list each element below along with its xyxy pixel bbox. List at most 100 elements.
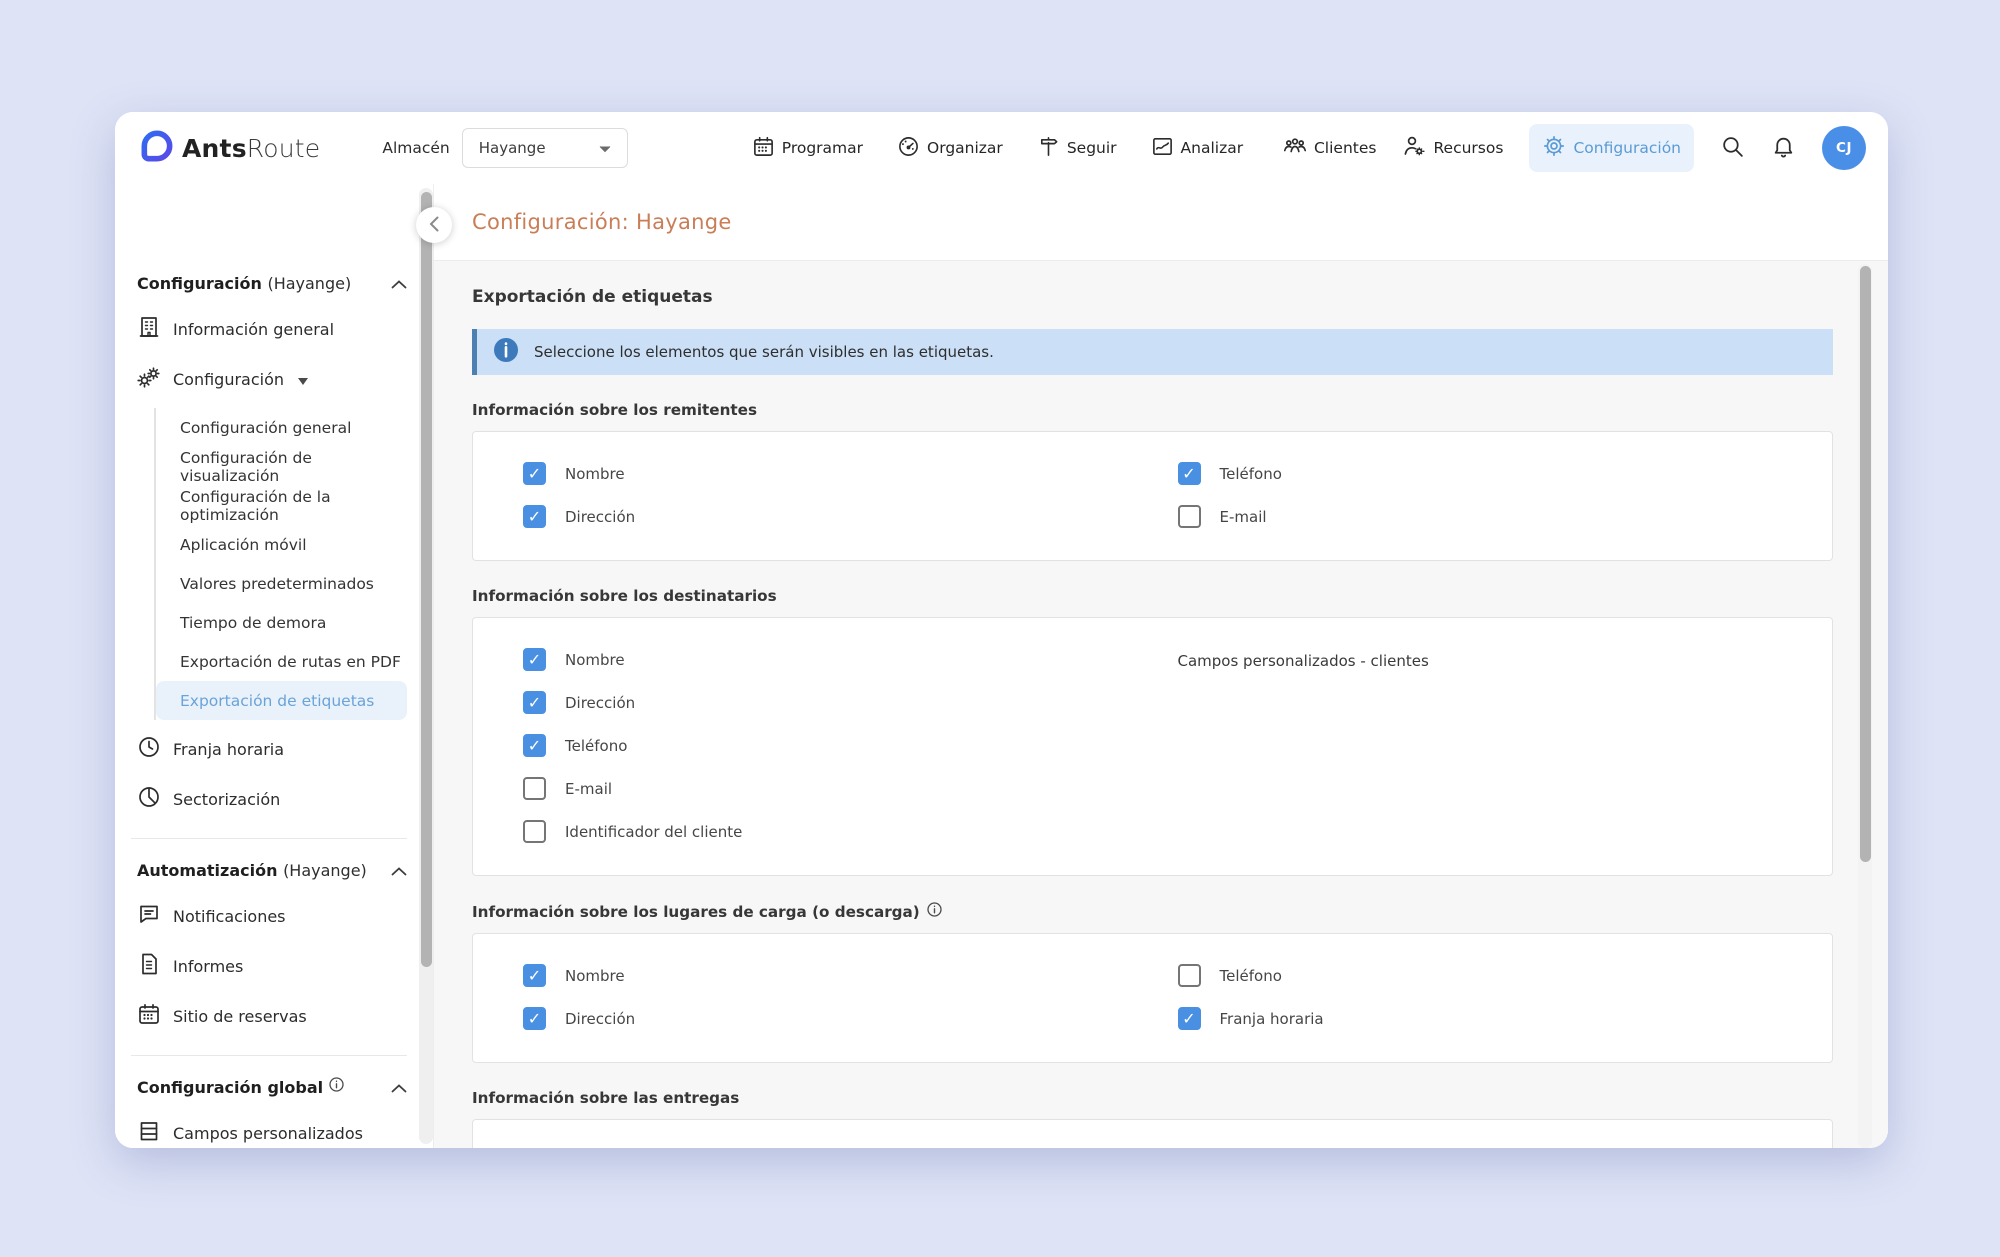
building-icon xyxy=(137,315,161,343)
checkbox-row-telefono[interactable]: Teléfono xyxy=(1178,954,1833,997)
sidebar-scrollbar[interactable] xyxy=(419,188,433,1144)
sidebar-subitem-configuracion-optimizacion[interactable]: Configuración de la optimización xyxy=(156,486,407,525)
main-panel: Configuración: Hayange Exportación de et… xyxy=(433,184,1888,1148)
checkbox[interactable] xyxy=(523,777,546,800)
bell-icon xyxy=(1771,134,1796,162)
navbar-right: Clientes Recursos xyxy=(1283,124,1866,172)
checkbox[interactable] xyxy=(523,1007,546,1030)
sidebar-item-franja-horaria[interactable]: Franja horaria xyxy=(137,724,407,774)
checkbox-row-email[interactable]: E-mail xyxy=(1178,495,1833,538)
sidebar-item-informacion-general[interactable]: Información general xyxy=(137,304,407,354)
checkbox-row-identificador-cliente[interactable]: Identificador del cliente xyxy=(523,810,1178,853)
nav-recursos[interactable]: Recursos xyxy=(1402,134,1503,162)
nav-seguir[interactable]: Seguir xyxy=(1037,135,1117,162)
search-button[interactable] xyxy=(1720,134,1745,162)
checkbox[interactable] xyxy=(523,648,546,671)
checkbox[interactable] xyxy=(523,734,546,757)
checkbox[interactable] xyxy=(1178,462,1201,485)
checkbox[interactable] xyxy=(523,505,546,528)
custom-fields-clients-label: Campos personalizados - clientes xyxy=(1178,638,1833,670)
page-title: Configuración: Hayange xyxy=(472,210,732,234)
group-card: Fecha prevista Campos personalizados - e… xyxy=(472,1119,1833,1148)
nav-configuracion[interactable]: Configuración xyxy=(1529,124,1694,172)
group-title: Información sobre los remitentes xyxy=(472,401,1833,419)
info-banner: Seleccione los elementos que serán visib… xyxy=(472,329,1833,375)
sidebar-section-configuracion-global[interactable]: Configuración global xyxy=(137,1066,407,1108)
sidebar-divider xyxy=(131,1055,407,1056)
sidebar-item-informes[interactable]: Informes xyxy=(137,941,407,991)
chevron-up-icon xyxy=(391,1078,407,1097)
checkbox-row-telefono[interactable]: Teléfono xyxy=(1178,452,1833,495)
info-circle-icon xyxy=(493,337,519,367)
info-banner-text: Seleccione los elementos que serán visib… xyxy=(534,343,994,361)
checkbox[interactable] xyxy=(1178,964,1201,987)
checkbox-row-direccion[interactable]: Dirección xyxy=(523,495,1178,538)
checkbox-row-nombre[interactable]: Nombre xyxy=(523,452,1178,495)
app-window: AntsRoute Almacén Hayange Prog xyxy=(115,112,1888,1148)
info-icon xyxy=(927,902,942,921)
checkbox[interactable] xyxy=(523,462,546,485)
document-icon xyxy=(137,952,161,980)
sidebar-item-sectorizacion[interactable]: Sectorización xyxy=(137,774,407,824)
configuracion-sublist: Configuración general Configuración de v… xyxy=(154,408,407,720)
nav-analizar[interactable]: Analizar xyxy=(1151,135,1244,162)
top-navbar: AntsRoute Almacén Hayange Prog xyxy=(115,112,1888,184)
group-card: Nombre Dirección Teléfono xyxy=(472,617,1833,876)
brand-logo[interactable]: AntsRoute xyxy=(141,130,320,166)
nav-programar[interactable]: Programar xyxy=(752,135,863,162)
person-gear-icon xyxy=(1402,134,1426,162)
sidebar-subitem-exportacion-etiquetas[interactable]: Exportación de etiquetas xyxy=(156,681,407,720)
sidebar-subitem-tiempo-de-demora[interactable]: Tiempo de demora xyxy=(156,603,407,642)
checkbox[interactable] xyxy=(523,964,546,987)
page-background: AntsRoute Almacén Hayange Prog xyxy=(0,0,2000,1257)
sidebar-item-campos-personalizados[interactable]: Campos personalizados xyxy=(137,1108,407,1148)
checkbox-row-direccion[interactable]: Dirección xyxy=(523,997,1178,1040)
checkbox-row-nombre[interactable]: Nombre xyxy=(523,638,1178,681)
section-heading: Exportación de etiquetas xyxy=(472,287,1833,307)
sidebar-item-configuracion[interactable]: Configuración xyxy=(137,354,407,404)
sidebar-subitem-aplicacion-movil[interactable]: Aplicación móvil xyxy=(156,525,407,564)
rows-icon xyxy=(137,1119,161,1147)
sidebar-subitem-configuracion-general[interactable]: Configuración general xyxy=(156,408,407,447)
group-card: Nombre Dirección Teléfono xyxy=(472,933,1833,1063)
checkbox-row-fecha-prevista[interactable]: Fecha prevista xyxy=(523,1140,1178,1148)
nav-organizar[interactable]: Organizar xyxy=(897,135,1003,162)
checkbox[interactable] xyxy=(523,820,546,843)
sidebar-subitem-configuracion-visualizacion[interactable]: Configuración de visualización xyxy=(156,447,407,486)
checkbox[interactable] xyxy=(1178,1007,1201,1030)
gauge-icon xyxy=(897,135,920,162)
nav-clientes[interactable]: Clientes xyxy=(1283,134,1376,162)
checkbox-row-franja-horaria[interactable]: Franja horaria xyxy=(1178,997,1833,1040)
sidebar-scrollbar-thumb[interactable] xyxy=(421,192,432,967)
warehouse-label: Almacén xyxy=(382,139,449,157)
collapse-sidebar-button[interactable] xyxy=(416,207,452,243)
group-card: Nombre Dirección Teléfono xyxy=(472,431,1833,561)
warehouse-select[interactable]: Hayange xyxy=(462,128,628,168)
checkbox-row-nombre[interactable]: Nombre xyxy=(523,954,1178,997)
sidebar-subitem-valores-predeterminados[interactable]: Valores predeterminados xyxy=(156,564,407,603)
sidebar-item-sitio-de-reservas[interactable]: Sitio de reservas xyxy=(137,991,407,1041)
sidebar-section-configuracion[interactable]: Configuración (Hayange) xyxy=(137,262,407,304)
checkbox-row-telefono[interactable]: Teléfono xyxy=(523,724,1178,767)
content-scrollbar[interactable] xyxy=(1858,264,1872,1148)
chevron-left-icon xyxy=(429,216,439,235)
group-title: Información sobre las entregas xyxy=(472,1089,1833,1107)
checkbox-row-direccion[interactable]: Dirección xyxy=(523,681,1178,724)
sidebar-item-notificaciones[interactable]: Notificaciones xyxy=(137,891,407,941)
sidebar-subitem-exportacion-rutas-pdf[interactable]: Exportación de rutas en PDF xyxy=(156,642,407,681)
calendar-icon xyxy=(137,1002,161,1030)
content-scrollbar-thumb[interactable] xyxy=(1860,266,1871,862)
checkbox[interactable] xyxy=(1178,505,1201,528)
checkbox-row-email[interactable]: E-mail xyxy=(523,767,1178,810)
clock-icon xyxy=(137,735,161,763)
checkbox[interactable] xyxy=(523,691,546,714)
sidebar-section-automatizacion[interactable]: Automatización (Hayange) xyxy=(137,849,407,891)
settings-content: Exportación de etiquetas Seleccione los … xyxy=(434,260,1888,1148)
chevron-up-icon xyxy=(391,861,407,880)
people-icon xyxy=(1283,134,1307,162)
user-avatar[interactable]: CJ xyxy=(1822,126,1866,170)
gears-icon xyxy=(137,365,161,393)
gear-icon xyxy=(1542,134,1566,162)
message-icon xyxy=(137,902,161,930)
notifications-button[interactable] xyxy=(1771,134,1796,162)
